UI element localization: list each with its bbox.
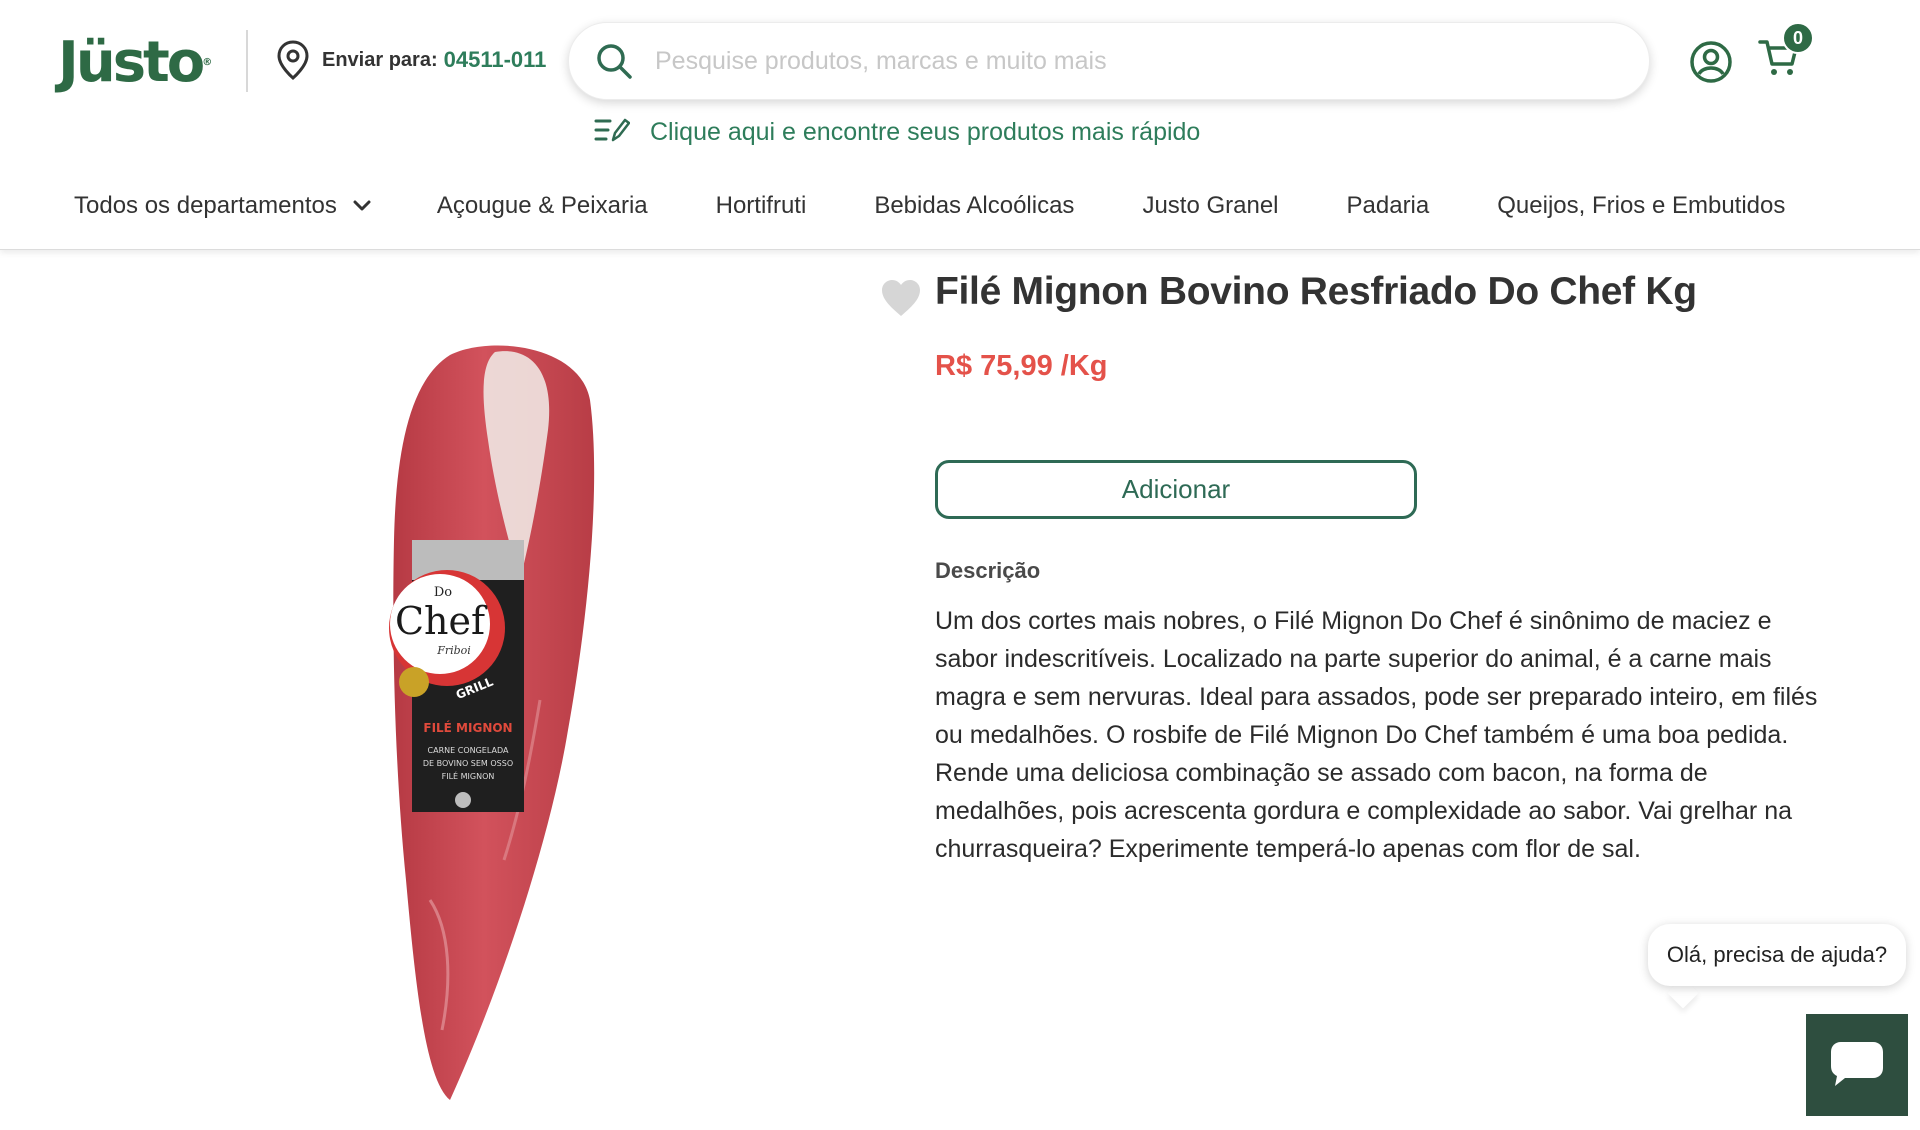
package-cut: FILÉ MIGNON <box>423 720 512 735</box>
chat-button[interactable] <box>1806 1014 1908 1116</box>
brand-logo-registered: ® <box>202 57 213 68</box>
location-pin-icon <box>276 40 310 80</box>
help-bubble[interactable]: Olá, precisa de ajuda? <box>1648 924 1906 986</box>
package-line2: DE BOVINO SEM OSSO <box>423 759 513 768</box>
cart-count-badge[interactable]: 0 <box>1782 22 1814 54</box>
package-line3: FILÉ MIGNON <box>442 770 495 781</box>
list-edit-icon <box>594 116 631 149</box>
nav-item-granel[interactable]: Justo Granel <box>1142 192 1278 220</box>
nav-all-departments-label: Todos os departamentos <box>74 192 337 219</box>
chevron-down-icon <box>353 200 371 212</box>
site-header: Jüsto® Enviar para: 04511-011 Pesquise p… <box>0 0 1920 250</box>
brand-logo[interactable]: Jüsto® <box>58 30 212 96</box>
nav-item-hortifruti[interactable]: Hortifruti <box>716 192 807 220</box>
description-label: Descrição <box>935 558 1041 583</box>
quick-shop-link[interactable]: Clique aqui e encontre seus produtos mai… <box>594 114 1200 150</box>
shipping-label: Enviar para: <box>322 48 438 71</box>
product-description: Um dos cortes mais nobres, o Filé Mignon… <box>935 607 1818 863</box>
package-brand-sub: Friboi <box>436 644 471 657</box>
product-title: Filé Mignon Bovino Resfriado Do Chef Kg <box>935 270 1697 313</box>
nav-item-acougue[interactable]: Açougue & Peixaria <box>437 192 648 220</box>
nav-item-padaria[interactable]: Padaria <box>1347 192 1430 220</box>
package-brand-main: Chef <box>395 599 488 643</box>
nav-item-queijos[interactable]: Queijos, Frios e Embutidos <box>1497 192 1785 220</box>
shipping-cep[interactable]: 04511-011 <box>444 47 547 73</box>
package-brand-top: Do <box>434 585 452 600</box>
brand-logo-text: Jüsto <box>58 30 205 95</box>
heart-icon[interactable] <box>880 278 922 323</box>
nav-all-departments[interactable]: Todos os departamentos <box>74 192 371 220</box>
search-input[interactable] <box>655 46 1615 76</box>
product-price: R$ 75,99 /Kg <box>935 350 1108 382</box>
header-divider <box>246 30 248 92</box>
quick-shop-text: Clique aqui e encontre seus produtos mai… <box>650 117 1201 146</box>
add-to-cart-button[interactable]: Adicionar <box>935 460 1417 519</box>
shipping-selector[interactable]: Enviar para: 04511-011 <box>276 40 546 80</box>
product-image[interactable]: Do Chef Friboi GRILL FILÉ MIGNON CARNE C… <box>380 340 620 1110</box>
search-bar <box>568 22 1650 100</box>
department-nav: Todos os departamentos Açougue & Peixari… <box>74 186 1853 226</box>
search-icon[interactable] <box>595 42 633 80</box>
chat-icon <box>1829 1038 1885 1093</box>
package-line1: CARNE CONGELADA <box>428 746 509 755</box>
user-circle-icon[interactable] <box>1689 40 1733 89</box>
nav-item-bebidas[interactable]: Bebidas Alcoólicas <box>874 192 1074 220</box>
